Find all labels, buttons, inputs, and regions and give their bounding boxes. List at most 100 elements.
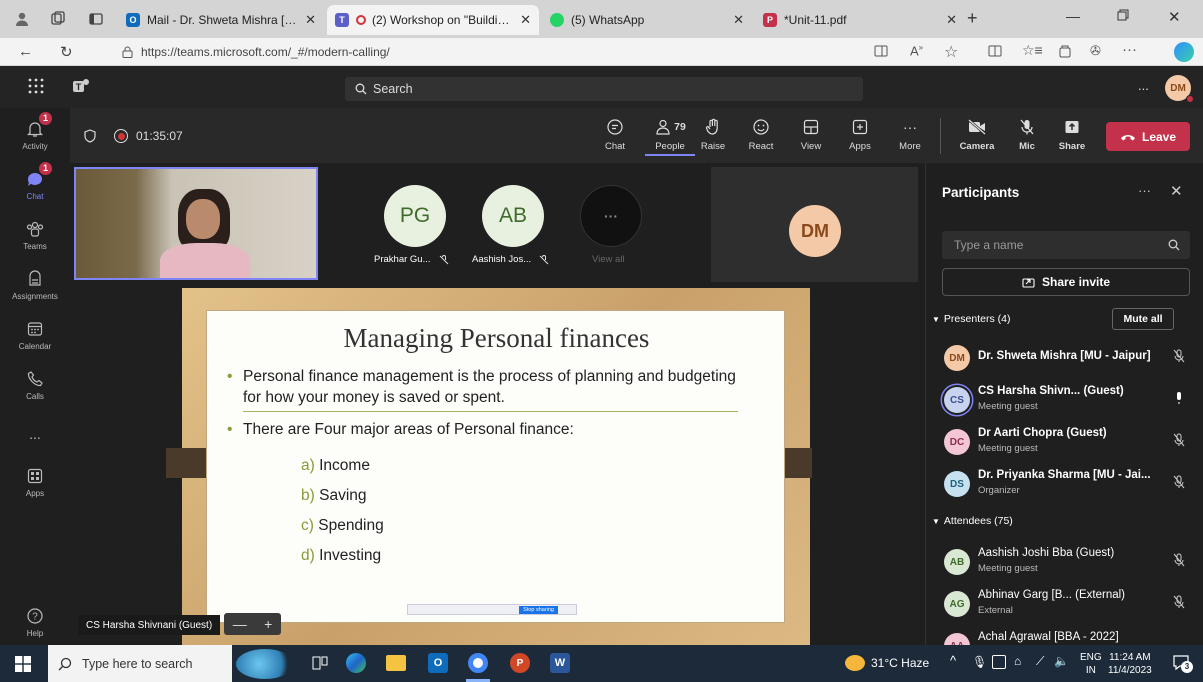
close-tab-icon[interactable]: ✕ (946, 12, 957, 28)
outlook-icon[interactable]: O (428, 653, 448, 673)
participant-row[interactable]: AG Abhinav Garg [B... (External) Externa… (942, 587, 1192, 627)
windows-start-icon[interactable] (15, 656, 31, 672)
collections-icon[interactable] (1058, 44, 1072, 58)
leave-button[interactable]: Leave (1106, 122, 1190, 151)
taskbar-search-input[interactable]: Type here to search (48, 645, 232, 682)
workspaces-icon[interactable] (50, 11, 66, 27)
minimize-icon[interactable]: — (1066, 8, 1080, 24)
profile-icon[interactable] (14, 11, 30, 27)
copilot-icon[interactable] (1174, 42, 1194, 62)
self-video-tile[interactable]: DM (711, 167, 918, 282)
search-placeholder: Type a name (954, 238, 1024, 252)
tab-workshop[interactable]: T (2) Workshop on "Building A ✕ (327, 5, 539, 35)
file-explorer-icon[interactable] (386, 655, 406, 671)
shared-screen[interactable]: Managing Personal finances • Personal fi… (166, 288, 812, 645)
news-widget-icon[interactable] (236, 649, 294, 679)
tab-pdf[interactable]: P *Unit-11.pdf ✕ (755, 5, 965, 35)
url-field[interactable]: https://teams.microsoft.com/_#/modern-ca… (122, 42, 842, 62)
lang-code: ENG (1080, 652, 1102, 663)
view-all-label[interactable]: View all (592, 254, 625, 265)
settings-more-icon[interactable]: ··· (1122, 41, 1137, 58)
weather-icon[interactable] (845, 655, 865, 671)
more-options-icon[interactable]: ... (1138, 78, 1149, 93)
rail-item-calls[interactable]: Calls (0, 368, 70, 401)
split-tab-icon[interactable] (988, 45, 1002, 57)
participant-row[interactable]: DC Dr Aarti Chopra (Guest) Meeting guest (942, 425, 1192, 465)
tile-avatar-ab[interactable]: AB (482, 185, 544, 247)
app-launcher-icon[interactable] (28, 78, 44, 94)
panel-more-icon[interactable]: ··· (1138, 183, 1151, 198)
read-aloud-icon[interactable]: A» (910, 43, 923, 58)
presenters-header[interactable]: ▼ Presenters (4) (932, 313, 1010, 325)
mute-all-button[interactable]: Mute all (1112, 308, 1174, 330)
participant-row[interactable]: AA Achal Agrawal [BBA - 2022] (942, 629, 1192, 645)
hang-up-icon (1120, 133, 1136, 141)
back-icon[interactable]: ← (18, 43, 33, 60)
chrome-icon[interactable] (468, 653, 488, 673)
close-tab-icon[interactable]: ✕ (305, 12, 316, 28)
chat-button[interactable]: Chat (595, 117, 635, 152)
participant-search-input[interactable]: Type a name (942, 231, 1190, 259)
powerpoint-icon[interactable]: P (510, 653, 530, 673)
stop-sharing-button[interactable]: Stop sharing (519, 605, 558, 614)
refresh-icon[interactable]: ↻ (60, 43, 73, 61)
participant-row[interactable]: DM Dr. Shweta Mishra [MU - Jaipur] (942, 341, 1192, 381)
tab-mail[interactable]: O Mail - Dr. Shweta Mishra [MU - J ✕ (118, 5, 324, 35)
close-window-icon[interactable]: ✕ (1168, 8, 1181, 26)
tray-mic-icon[interactable]: 🎙 (972, 655, 987, 669)
attendees-header[interactable]: ▼ Attendees (75) (932, 515, 1013, 527)
word-icon[interactable]: W (550, 653, 570, 673)
tab-whatsapp[interactable]: (5) WhatsApp ✕ (542, 5, 752, 35)
share-invite-button[interactable]: Share invite (942, 268, 1190, 296)
tab-actions-icon[interactable] (88, 11, 104, 27)
people-button[interactable]: 79 People (645, 117, 695, 156)
close-tab-icon[interactable]: ✕ (520, 12, 531, 28)
rail-item-calendar[interactable]: Calendar (0, 318, 70, 351)
tile-avatar-pg[interactable]: PG (384, 185, 446, 247)
react-button[interactable]: React (741, 117, 781, 152)
edge-icon[interactable] (346, 653, 366, 673)
rail-item-help[interactable]: ? Help (0, 605, 70, 638)
raise-hand-button[interactable]: Raise (693, 117, 733, 152)
extensions-icon[interactable]: ✇ (1090, 43, 1101, 59)
tray-meet-icon[interactable] (992, 655, 1006, 669)
split-screen-icon[interactable] (874, 45, 888, 57)
language-indicator[interactable]: ENG IN (1080, 651, 1102, 677)
task-view-icon[interactable] (312, 655, 328, 671)
rail-item-teams[interactable]: Teams (0, 218, 70, 251)
rail-item-activity[interactable]: 1 Activity (0, 112, 70, 151)
favorites-icon[interactable]: ☆≡ (1022, 42, 1043, 59)
view-grid-icon (801, 117, 821, 137)
zoom-out-button[interactable]: — (233, 616, 247, 632)
clock[interactable]: 11:24 AM 11/4/2023 (1108, 651, 1152, 677)
camera-button[interactable]: Camera (955, 117, 999, 152)
share-button[interactable]: Share (1052, 117, 1092, 152)
rail-item-apps[interactable]: Apps (0, 465, 70, 498)
rail-item-chat[interactable]: 1 Chat (0, 162, 70, 201)
rail-item-assignments[interactable]: Assignments (0, 268, 70, 301)
view-button[interactable]: View (791, 117, 831, 152)
close-tab-icon[interactable]: ✕ (733, 12, 744, 28)
close-panel-icon[interactable]: ✕ (1170, 182, 1183, 200)
participant-name: Abhinav Garg [B... (External) (978, 589, 1126, 601)
apps-button[interactable]: Apps (840, 117, 880, 152)
notifications-icon[interactable]: 3 (1172, 653, 1193, 673)
rail-item-more[interactable]: ... (0, 426, 70, 442)
tray-volume-icon[interactable]: 🔈 (1054, 654, 1069, 668)
zoom-in-button[interactable]: + (264, 616, 272, 632)
view-all-tile[interactable]: ··· (580, 185, 642, 247)
restore-icon[interactable] (1117, 9, 1129, 21)
presenter-video[interactable] (74, 167, 318, 280)
tray-network-icon[interactable]: ⌂ (1014, 654, 1021, 668)
participant-row[interactable]: CS CS Harsha Shivn... (Guest) Meeting gu… (942, 383, 1192, 423)
weather-text[interactable]: 31°C Haze (871, 656, 929, 670)
favorite-star-icon[interactable]: ☆ (944, 42, 958, 62)
tray-wifi-icon[interactable]: ⟋ (1036, 654, 1044, 669)
participant-row[interactable]: AB Aashish Joshi Bba (Guest) Meeting gue… (942, 545, 1192, 585)
tray-chevron-icon[interactable]: ^ (950, 653, 956, 668)
participant-row[interactable]: DS Dr. Priyanka Sharma [MU - Jai... Orga… (942, 467, 1192, 507)
more-button[interactable]: ··· More (890, 117, 930, 152)
new-tab-button[interactable]: + (967, 8, 978, 29)
mic-button[interactable]: Mic (1007, 117, 1047, 152)
search-input[interactable]: Search (345, 77, 863, 101)
